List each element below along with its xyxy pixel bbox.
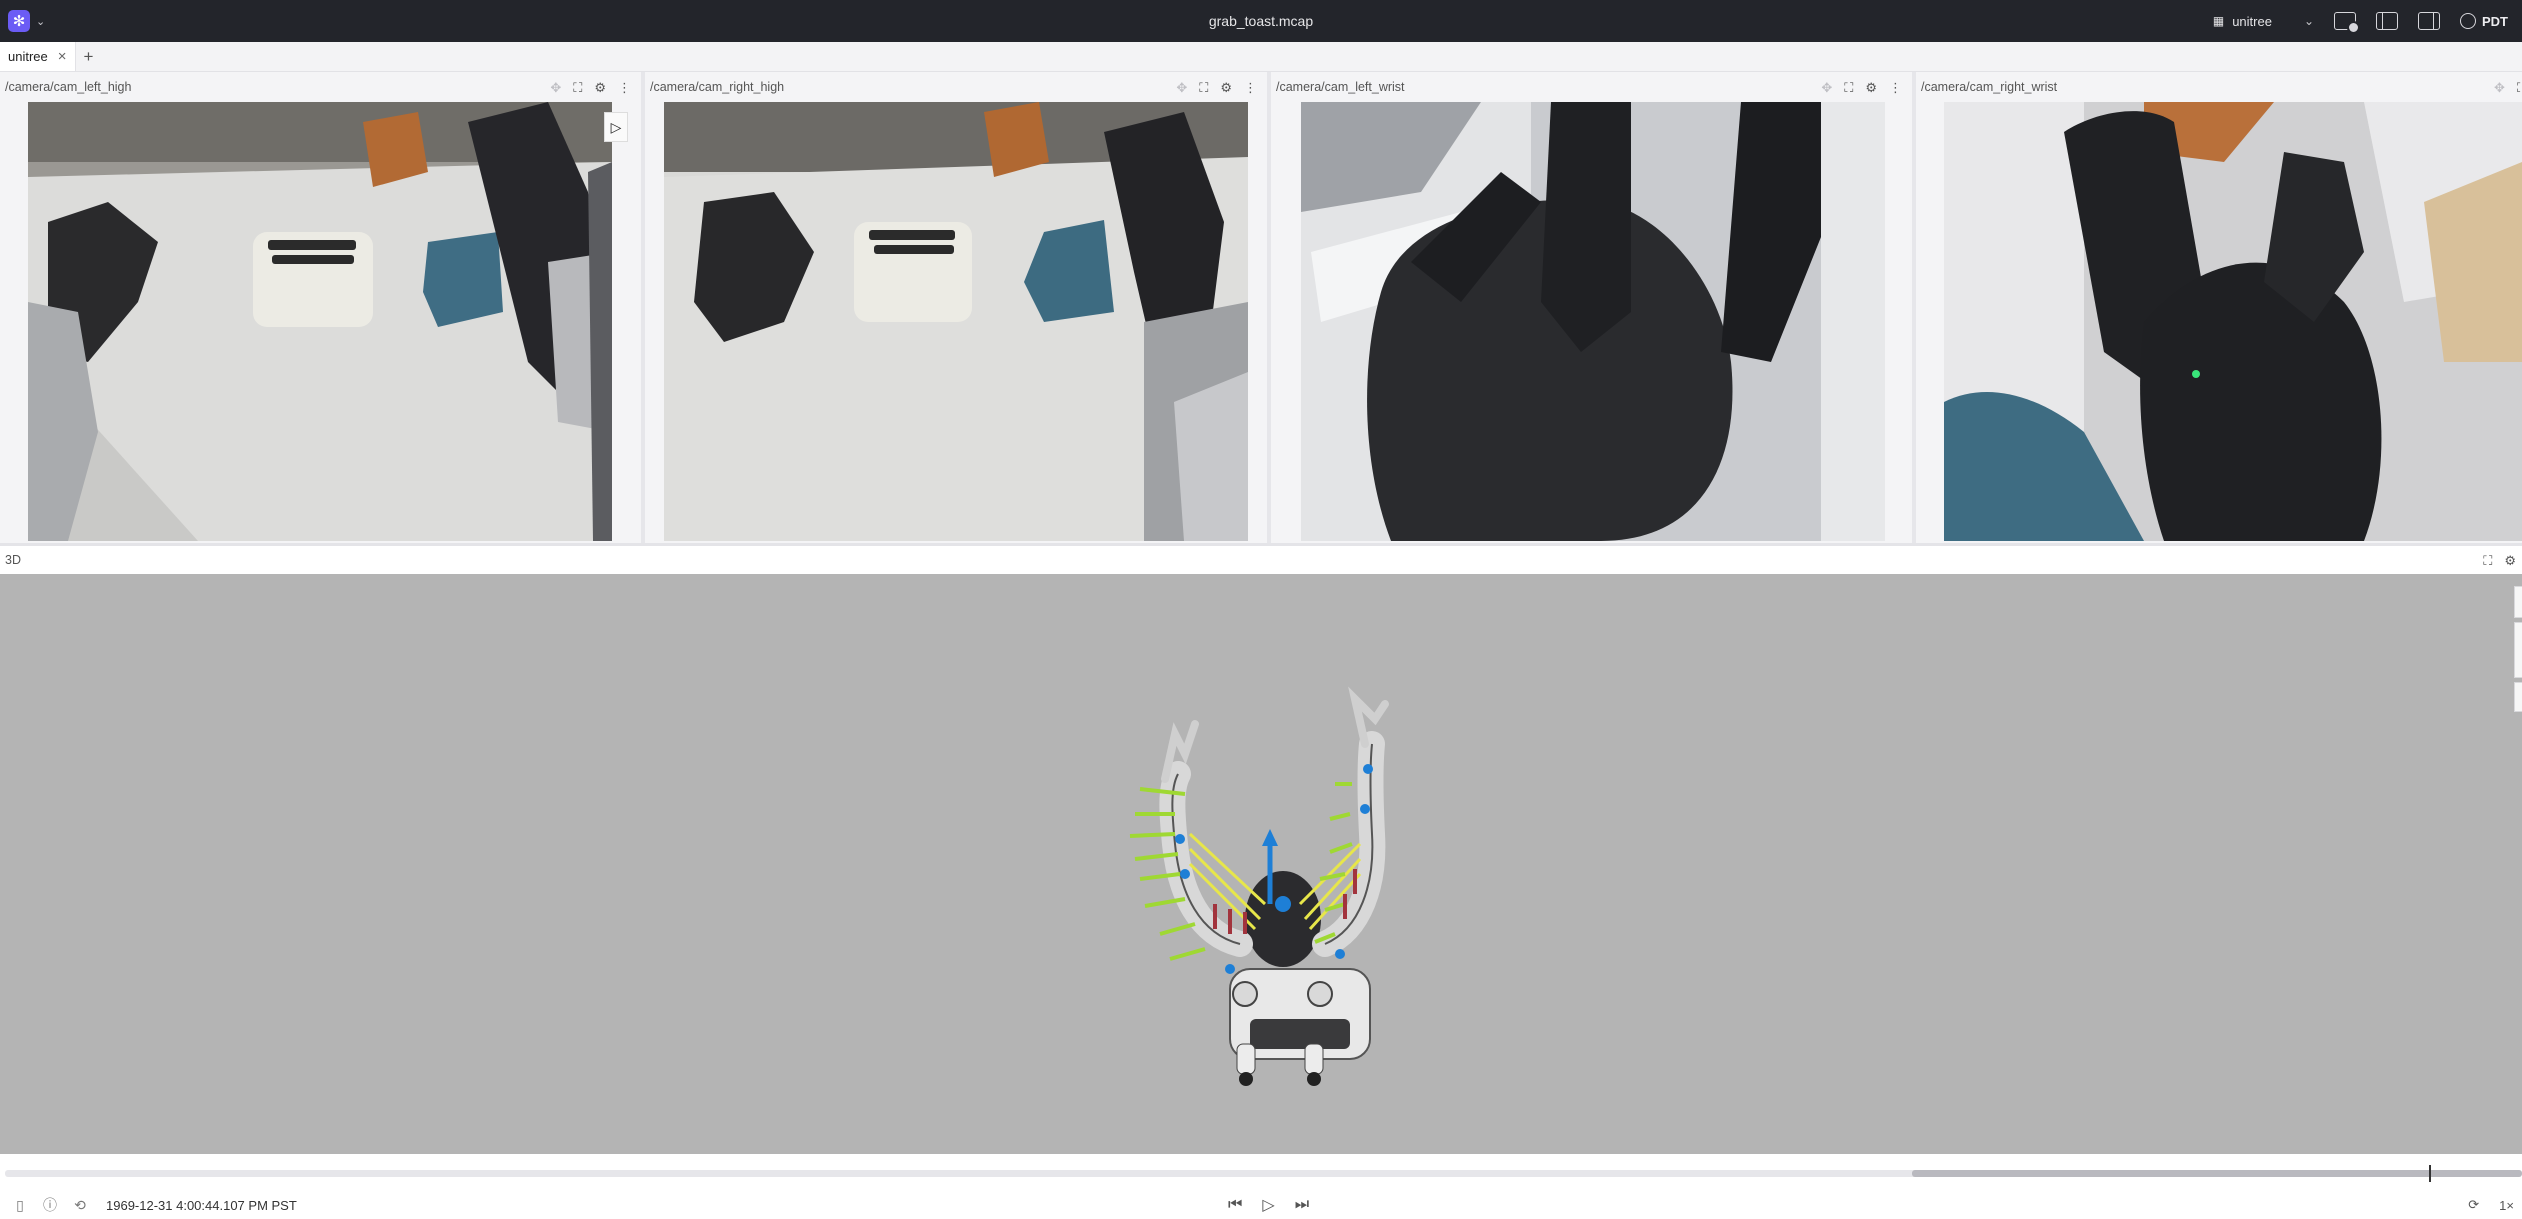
tab-unitree[interactable]: unitree ×: [0, 42, 76, 71]
camera-image[interactable]: [664, 102, 1248, 541]
app-menu-button[interactable]: ✻ ⌄: [0, 10, 45, 32]
chevron-down-icon: ⌄: [36, 15, 46, 28]
loop-off-icon[interactable]: ⟳: [2468, 1197, 2479, 1213]
playhead-marker[interactable]: [2428, 1165, 2431, 1182]
more-vertical-icon[interactable]: ⋮: [1889, 81, 1902, 94]
panel-header: /camera/cam_right_wrist ✥ ⛶: [1916, 72, 2522, 102]
fullscreen-icon[interactable]: ⛶: [1844, 81, 1853, 94]
seek-forward-icon[interactable]: ⏭: [1295, 1196, 1309, 1214]
panel-header: /camera/cam_left_wrist ✥ ⛶ ⚙ ⋮: [1271, 72, 1912, 102]
view-control-button[interactable]: [2514, 682, 2522, 712]
panel-topic[interactable]: /camera/cam_right_wrist: [1921, 80, 2057, 94]
settings-gear-icon[interactable]: ⚙: [2504, 554, 2516, 567]
more-vertical-icon[interactable]: ⋮: [1244, 81, 1257, 94]
tab-label: unitree: [8, 49, 48, 64]
app-bar: ✻ ⌄ grab_toast.mcap ▦ unitree ⌄ PDT: [0, 0, 2522, 42]
panel-topic[interactable]: /camera/cam_left_wrist: [1276, 80, 1405, 94]
image-panel-right-high: /camera/cam_right_high ✥ ⛶ ⚙ ⋮: [645, 72, 1267, 543]
fullscreen-icon[interactable]: ⛶: [1199, 81, 1208, 94]
camera-image[interactable]: [28, 102, 612, 541]
timezone-label: PDT: [2482, 13, 2508, 29]
drag-handle-icon[interactable]: ✥: [1821, 81, 1832, 94]
playback-controls: ▯ ⓘ ⟲ 1969-12-31 4:00:44.107 PM PST ⏮ ▷ …: [0, 1154, 2522, 1219]
layout-selector[interactable]: ▦ unitree ⌄: [2213, 14, 2314, 29]
camera-image[interactable]: [1944, 102, 2522, 541]
add-tab-button[interactable]: +: [76, 42, 102, 71]
panel-header: 3D ⛶ ⚙: [0, 546, 2522, 574]
cursor-arrow-icon: ▷: [604, 112, 628, 142]
settings-gear-icon[interactable]: ⚙: [594, 81, 606, 94]
playback-speed-selector[interactable]: 1×: [2499, 1198, 2514, 1213]
settings-gear-icon[interactable]: ⚙: [1220, 81, 1232, 94]
3d-panel: 3D ⛶ ⚙: [0, 546, 2522, 1154]
panel-header: /camera/cam_right_high ✥ ⛶ ⚙ ⋮: [645, 72, 1267, 102]
close-icon[interactable]: ×: [58, 48, 67, 65]
panel-topic[interactable]: /camera/cam_right_high: [650, 80, 784, 94]
globe-icon: [2460, 13, 2476, 29]
camera-image[interactable]: [1301, 102, 1885, 541]
file-title: grab_toast.mcap: [1208, 13, 1314, 29]
layout-name: unitree: [2232, 13, 2272, 29]
panel-title[interactable]: 3D: [5, 553, 21, 567]
more-vertical-icon[interactable]: ⋮: [618, 81, 631, 94]
3d-viewport[interactable]: [0, 574, 2522, 1154]
drag-handle-icon[interactable]: ✥: [2494, 81, 2505, 94]
info-icon[interactable]: ⓘ: [42, 1197, 58, 1213]
timeline-scrubber[interactable]: [5, 1165, 2522, 1182]
loop-icon[interactable]: ⟲: [72, 1197, 88, 1213]
view-control-button[interactable]: [2514, 586, 2522, 618]
drag-handle-icon[interactable]: ✥: [1176, 81, 1187, 94]
drag-handle-icon[interactable]: ✥: [550, 81, 561, 94]
fullscreen-icon[interactable]: ⛶: [573, 81, 582, 94]
panel-header: /camera/cam_left_high ✥ ⛶ ⚙ ⋮: [0, 72, 641, 102]
view-control-button[interactable]: [2514, 622, 2522, 678]
current-timestamp[interactable]: 1969-12-31 4:00:44.107 PM PST: [106, 1198, 297, 1213]
timezone-selector[interactable]: PDT: [2460, 13, 2508, 29]
layout-tab-bar: unitree × +: [0, 42, 2522, 72]
seek-backward-icon[interactable]: ⏮: [1228, 1196, 1242, 1214]
left-sidebar-toggle-icon[interactable]: [2376, 12, 2398, 30]
play-icon[interactable]: ▷: [1262, 1195, 1274, 1215]
right-sidebar-toggle-icon[interactable]: [2418, 12, 2440, 30]
panel-topic[interactable]: /camera/cam_left_high: [5, 80, 131, 94]
fullscreen-icon[interactable]: ⛶: [2483, 554, 2492, 567]
events-toggle-icon[interactable]: [2334, 12, 2360, 34]
fullscreen-icon[interactable]: ⛶: [2517, 81, 2522, 94]
chevron-down-icon: ⌄: [2303, 14, 2314, 28]
layout-icon: ▦: [2212, 14, 2225, 28]
image-panel-right-wrist: /camera/cam_right_wrist ✥ ⛶: [1916, 72, 2522, 543]
foxglove-logo-icon: ✻: [8, 10, 30, 32]
image-panel-left-high: /camera/cam_left_high ✥ ⛶ ⚙ ⋮ ▷: [0, 72, 641, 543]
image-panel-left-wrist: /camera/cam_left_wrist ✥ ⛶ ⚙ ⋮: [1271, 72, 1912, 543]
robot-model: [1129, 686, 1389, 1086]
settings-gear-icon[interactable]: ⚙: [1865, 81, 1877, 94]
bookmark-icon[interactable]: ▯: [12, 1197, 28, 1213]
